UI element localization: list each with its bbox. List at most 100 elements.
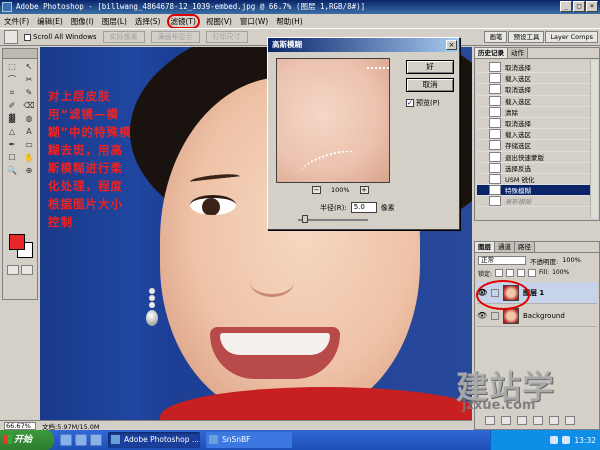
foreground-color-swatch[interactable]	[9, 234, 25, 250]
zoom-out-button[interactable]: −	[312, 186, 321, 194]
layer-row-background[interactable]: 👁 Background	[477, 305, 597, 327]
new-set-icon[interactable]	[517, 416, 527, 425]
eyedropper-tool-icon[interactable]: ⊕	[21, 165, 37, 177]
history-item[interactable]: 高斯模糊	[477, 196, 597, 208]
menu-layer[interactable]: 图层(L)	[102, 16, 127, 27]
fit-on-screen-button[interactable]: 满画布显示	[150, 31, 200, 43]
scroll-all-windows-checkbox[interactable]	[24, 33, 31, 41]
media-icon[interactable]	[90, 434, 102, 446]
pen-tool-icon[interactable]: ✒	[4, 139, 20, 151]
magic-wand-tool-icon[interactable]: ✂	[21, 74, 37, 86]
tab-history[interactable]: 历史记录	[475, 48, 508, 58]
desktop-icon[interactable]	[75, 434, 87, 446]
history-item[interactable]: 清除	[477, 106, 597, 118]
move-tool-icon[interactable]: ↖	[21, 61, 37, 73]
history-item[interactable]: 载入选区	[477, 73, 597, 85]
notes-tool-icon[interactable]: ☐	[4, 152, 20, 164]
window-title-bar[interactable]: Adobe Photoshop - [billwang_4864678-12_1…	[0, 0, 600, 14]
history-item[interactable]: USM 锐化	[477, 173, 597, 186]
menu-help[interactable]: 帮助(H)	[276, 16, 303, 27]
history-item[interactable]: 特殊模糊	[477, 185, 597, 197]
zoom-in-button[interactable]: +	[359, 186, 369, 194]
lock-position-icon[interactable]	[517, 269, 526, 277]
lasso-tool-icon[interactable]: ⌒	[4, 74, 20, 86]
history-item[interactable]: 存储选区	[477, 140, 597, 152]
close-button[interactable]: ×	[586, 1, 598, 12]
lock-all-icon[interactable]	[528, 269, 537, 277]
quick-mask-icon[interactable]	[21, 265, 33, 275]
dialog-title[interactable]: 高斯模糊	[268, 38, 459, 52]
crop-tool-icon[interactable]: ⌗	[4, 87, 20, 99]
tab-brushes[interactable]: 画笔	[484, 31, 508, 43]
preview-option[interactable]: ✓ 预览(P)	[406, 98, 440, 108]
tab-layer-comps[interactable]: Layer Comps	[545, 31, 598, 43]
hand-tool-icon[interactable]: ✋	[21, 152, 37, 164]
menu-edit[interactable]: 编辑(E)	[37, 16, 63, 27]
actual-pixels-button[interactable]: 实际像素	[102, 31, 145, 43]
tab-layers[interactable]: 图层	[475, 242, 495, 252]
standard-mode-icon[interactable]	[7, 265, 19, 275]
network-icon[interactable]	[562, 436, 571, 444]
healing-brush-tool-icon[interactable]: ✐	[4, 100, 20, 112]
menu-window[interactable]: 窗口(W)	[240, 16, 268, 27]
blur-preview-area[interactable]	[276, 58, 390, 183]
hand-tool-preset-icon[interactable]	[4, 30, 18, 44]
slice-tool-icon[interactable]: ✎	[21, 87, 37, 99]
minimize-button[interactable]: _	[560, 1, 572, 12]
tab-channels[interactable]: 通道	[495, 242, 515, 252]
tab-tool-presets[interactable]: 预设工具	[508, 31, 545, 43]
new-layer-icon[interactable]	[549, 416, 559, 425]
layer-mask-icon[interactable]	[501, 416, 511, 425]
eraser-tool-icon[interactable]: ⌫	[21, 100, 37, 112]
menu-select[interactable]: 选择(S)	[135, 16, 161, 27]
taskbar-item-other[interactable]: SnSnBF	[206, 432, 292, 448]
eye-icon[interactable]: 👁	[477, 288, 487, 297]
dialog-close-button[interactable]: ×	[446, 40, 457, 50]
trash-icon[interactable]	[565, 416, 575, 425]
opacity-value[interactable]: 100%	[562, 256, 581, 266]
history-item[interactable]: 载入选区	[477, 95, 597, 107]
history-item[interactable]: 退出快速蒙版	[477, 151, 597, 163]
toolbox-grip[interactable]	[3, 49, 37, 59]
menu-view[interactable]: 视图(V)	[206, 16, 232, 27]
blur-tool-icon[interactable]: ◍	[21, 113, 37, 125]
taskbar-item-photoshop[interactable]: Adobe Photoshop ...	[108, 432, 200, 448]
history-item[interactable]: 载入选区	[477, 129, 597, 141]
history-item[interactable]: 取消选择	[477, 118, 597, 130]
path-select-tool-icon[interactable]: △	[4, 126, 20, 138]
scroll-all-windows-option[interactable]: Scroll All Windows	[24, 33, 97, 41]
tab-paths[interactable]: 路径	[515, 242, 535, 252]
zoom-tool-icon[interactable]: 🔍	[4, 165, 20, 177]
cancel-button[interactable]: 取消	[406, 78, 454, 92]
blend-mode-select[interactable]: 正常	[478, 256, 526, 265]
lock-image-icon[interactable]	[506, 269, 515, 277]
maximize-button[interactable]: □	[573, 1, 585, 12]
menu-file[interactable]: 文件(F)	[4, 16, 29, 27]
lock-transparency-icon[interactable]	[495, 269, 504, 277]
gradient-tool-icon[interactable]: ▓	[4, 113, 20, 125]
volume-icon[interactable]	[550, 436, 559, 444]
browser-icon[interactable]	[60, 434, 72, 446]
zoom-level-field[interactable]: 66.67%	[4, 421, 36, 430]
shape-tool-icon[interactable]: ▭	[21, 139, 37, 151]
history-scrollbar[interactable]	[590, 60, 598, 218]
layer-row-layer1[interactable]: 👁 图层 1	[477, 282, 597, 304]
menu-image[interactable]: 图像(I)	[71, 16, 94, 27]
start-button[interactable]: 开始	[0, 430, 54, 450]
preview-checkbox[interactable]: ✓	[406, 99, 414, 107]
type-tool-icon[interactable]: A	[21, 126, 37, 138]
radius-input[interactable]: 5.0	[350, 202, 377, 213]
eye-icon[interactable]: 👁	[477, 311, 487, 320]
ok-button[interactable]: 好	[406, 60, 454, 74]
marquee-tool-icon[interactable]: ⬚	[4, 61, 20, 73]
adjustment-layer-icon[interactable]	[533, 416, 543, 425]
layer-style-icon[interactable]	[485, 416, 495, 425]
tab-actions[interactable]: 动作	[508, 48, 528, 58]
radius-slider-thumb[interactable]	[302, 215, 308, 223]
history-item[interactable]: 取消选择	[477, 62, 597, 74]
history-item[interactable]: 取消选择	[477, 84, 597, 96]
print-size-button[interactable]: 打印尺寸	[205, 31, 248, 43]
fill-value[interactable]: 100%	[552, 269, 569, 278]
radius-slider[interactable]	[298, 215, 368, 223]
history-item[interactable]: 选择反选	[477, 162, 597, 174]
